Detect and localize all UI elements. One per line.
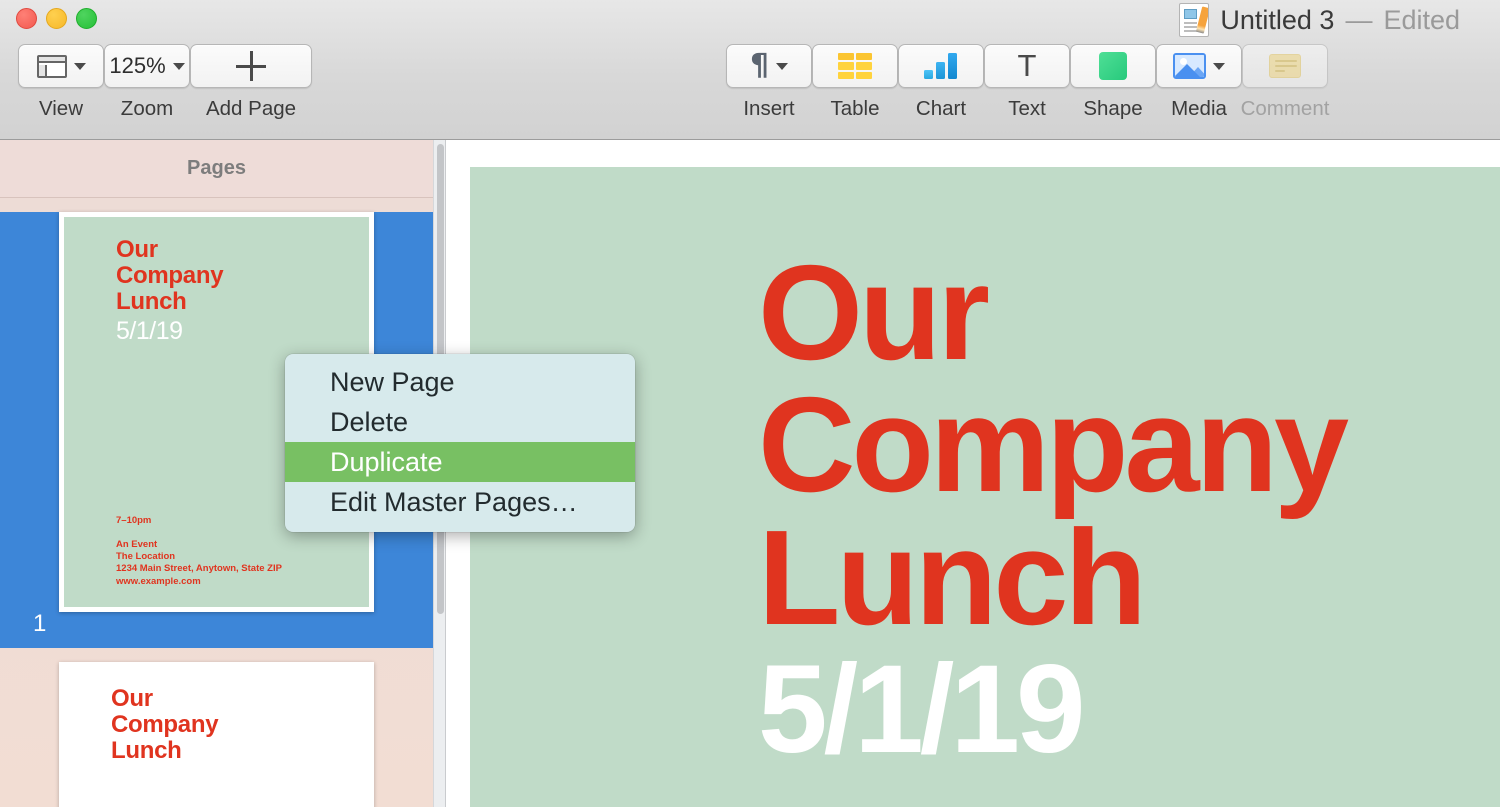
thumb-website-1: www.example.com [116, 575, 201, 587]
toolbar-insert-item: ¶ Insert [726, 44, 812, 121]
text-label: Text [1008, 97, 1046, 120]
context-menu-item-duplicate[interactable]: Duplicate [285, 442, 635, 482]
view-label: View [38, 97, 84, 120]
chevron-down-icon [172, 62, 185, 70]
shape-icon [1099, 52, 1127, 80]
add-page-button[interactable] [190, 44, 312, 88]
table-label: Table [830, 97, 880, 120]
minimize-window-button[interactable] [46, 8, 67, 29]
sidebar-thumbnail-page-2[interactable]: Our Company Lunch [0, 662, 433, 807]
zoom-button[interactable]: 125% [104, 44, 190, 88]
comment-icon [1269, 54, 1301, 78]
thumb-details-1: 7–10pm An Event The Location 1234 Main S… [116, 515, 282, 588]
thumb-date-1: 5/1/19 [116, 317, 183, 345]
zoom-level-value: 125% [109, 53, 166, 78]
context-menu-item-delete[interactable]: Delete [285, 402, 635, 442]
document-date[interactable]: 5/1/19 [758, 647, 1086, 772]
text-t-icon: T [1017, 48, 1037, 84]
context-menu-item-new-page[interactable]: New Page [285, 362, 635, 402]
media-label: Media [1171, 97, 1227, 120]
comment-label: Comment [1240, 97, 1330, 120]
document-title[interactable]: Untitled 3 [1220, 5, 1334, 36]
page-thumbnail-2[interactable]: Our Company Lunch [59, 662, 374, 807]
insert-button[interactable]: ¶ [726, 44, 812, 88]
table-button[interactable] [812, 44, 898, 88]
bar-chart-icon [924, 53, 958, 79]
toolbar-right-group: ¶ Insert Table Chart T Text Shape Media … [726, 44, 1330, 121]
thumb-page-number-1: 1 [33, 610, 47, 637]
photo-icon [1173, 53, 1206, 79]
shape-label: Shape [1083, 97, 1143, 120]
media-button[interactable] [1156, 44, 1242, 88]
pilcrow-icon: ¶ [749, 48, 770, 83]
zoom-label: Zoom [120, 97, 174, 120]
thumb-time-1: 7–10pm [116, 515, 152, 526]
close-window-button[interactable] [16, 8, 37, 29]
document-title-area: Untitled 3 — Edited [1179, 3, 1460, 37]
toolbar-chart-item: Chart [898, 44, 984, 121]
document-heading[interactable]: Our Company Lunch [758, 245, 1349, 645]
plus-icon [236, 51, 266, 81]
toolbar-table-item: Table [812, 44, 898, 121]
thumb-title-2: Our Company Lunch [111, 685, 219, 764]
layout-sidebar-icon [36, 54, 67, 78]
chevron-down-icon [776, 62, 789, 70]
thumb-address-1: 1234 Main Street, Anytown, State ZIP [116, 563, 282, 575]
thumb-event-1: An Event [116, 539, 158, 551]
thumb-title-1: Our Company Lunch [116, 236, 224, 315]
document-status: Edited [1383, 4, 1460, 35]
chevron-down-icon [73, 62, 86, 70]
toolbar-zoom-item: 125% Zoom [104, 44, 190, 121]
pages-document-icon [1179, 3, 1210, 37]
toolbar-view-item: View [18, 44, 104, 121]
toolbar-media-item: Media [1156, 44, 1242, 121]
insert-label: Insert [743, 97, 795, 120]
comment-button [1242, 44, 1328, 88]
page-context-menu[interactable]: New Page Delete Duplicate Edit Master Pa… [285, 354, 635, 532]
toolbar-left-group: View 125% Zoom Add Page [18, 44, 312, 121]
shape-button[interactable] [1070, 44, 1156, 88]
add-page-label: Add Page [205, 97, 297, 120]
context-menu-item-edit-master-pages[interactable]: Edit Master Pages… [285, 482, 635, 522]
toolbar-text-item: T Text [984, 44, 1070, 121]
text-button[interactable]: T [984, 44, 1070, 88]
toolbar-shape-item: Shape [1070, 44, 1156, 121]
chevron-down-icon [1213, 62, 1225, 70]
pages-app-window: Untitled 3 — Edited View 125% Zoom Add P… [0, 0, 1500, 807]
sidebar-header: Pages [0, 140, 433, 198]
title-separator: — [1345, 4, 1373, 35]
chart-label: Chart [915, 97, 967, 120]
zoom-window-button[interactable] [76, 8, 97, 29]
toolbar-add-page-item: Add Page [190, 44, 312, 121]
window-titlebar: Untitled 3 — Edited View 125% Zoom Add P… [0, 0, 1500, 140]
traffic-light-group [16, 8, 97, 29]
table-icon [838, 53, 872, 79]
sidebar-title: Pages [187, 157, 246, 179]
chart-button[interactable] [898, 44, 984, 88]
toolbar-comment-item: Comment [1240, 44, 1330, 121]
view-button[interactable] [18, 44, 104, 88]
thumb-location-1: The Location [116, 551, 176, 563]
